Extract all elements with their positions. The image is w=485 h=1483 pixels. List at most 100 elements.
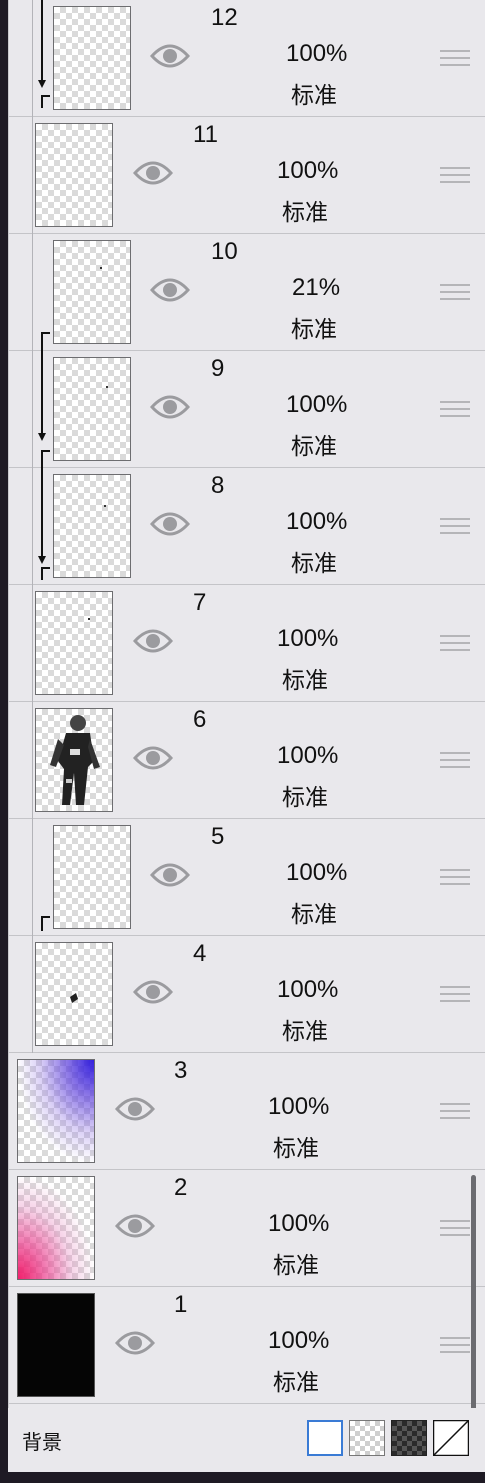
drag-handle-icon[interactable] (440, 518, 470, 536)
clip-arrow-icon (38, 468, 50, 580)
thumbnail-mark (106, 386, 108, 388)
thumbnail-mark (100, 267, 102, 269)
layer-thumbnail[interactable] (17, 1059, 95, 1163)
layer-row-2[interactable]: 2 100% 标准 (8, 1170, 485, 1287)
layer-number: 3 (174, 1057, 188, 1084)
layer-number: 8 (211, 472, 225, 499)
layer-opacity: 100% (277, 625, 339, 652)
eye-icon[interactable] (115, 1212, 155, 1240)
character-figure-image (50, 715, 100, 805)
layer-blend-mode: 标准 (273, 1253, 319, 1279)
gradient-fill-image (18, 1177, 94, 1279)
drag-handle-icon[interactable] (440, 1103, 470, 1121)
eye-icon[interactable] (133, 627, 173, 655)
eye-icon[interactable] (133, 159, 173, 187)
layer-number: 7 (193, 589, 207, 616)
layer-opacity: 100% (277, 742, 339, 769)
layer-row-4[interactable]: 4 100% 标准 (8, 936, 485, 1053)
group-line (32, 702, 33, 819)
drag-handle-icon[interactable] (440, 869, 470, 887)
layer-number: 9 (211, 355, 225, 382)
layer-row-5[interactable]: 5 100% 标准 (8, 819, 485, 936)
layer-thumbnail[interactable] (17, 1293, 95, 1397)
drag-handle-icon[interactable] (440, 401, 470, 419)
drag-handle-icon[interactable] (440, 752, 470, 770)
layer-row-9[interactable]: 9 100% 标准 (8, 351, 485, 468)
layer-opacity: 100% (286, 40, 348, 67)
eye-icon[interactable] (115, 1095, 155, 1123)
group-line (32, 234, 33, 351)
eye-icon[interactable] (150, 393, 190, 421)
eye-icon[interactable] (133, 978, 173, 1006)
layer-number: 6 (193, 706, 207, 733)
layer-row-6[interactable]: 6 100% 标准 (8, 702, 485, 819)
layer-thumbnail[interactable] (53, 474, 131, 578)
layer-thumbnail[interactable] (35, 708, 113, 812)
group-line (32, 819, 33, 936)
layer-thumbnail[interactable] (17, 1176, 95, 1280)
layer-blend-mode: 标准 (282, 668, 328, 694)
drag-handle-icon[interactable] (440, 1337, 470, 1355)
scrollbar[interactable] (471, 1175, 476, 1415)
layer-row-12[interactable]: 12 100% 标准 (8, 0, 485, 117)
clip-arrow-icon (41, 332, 50, 351)
layer-row-3[interactable]: 3 100% 标准 (8, 1053, 485, 1170)
background-white-swatch[interactable] (307, 1420, 343, 1456)
group-line (32, 468, 33, 585)
layer-thumbnail[interactable] (35, 123, 113, 227)
group-line (32, 117, 33, 234)
layer-opacity: 100% (277, 157, 339, 184)
eye-icon[interactable] (150, 861, 190, 889)
layer-number: 1 (174, 1291, 188, 1318)
thumbnail-mark (104, 505, 106, 507)
layer-thumbnail[interactable] (53, 825, 131, 929)
eye-icon[interactable] (115, 1329, 155, 1357)
layer-number: 12 (211, 4, 238, 31)
list-border (8, 0, 9, 1410)
layer-blend-mode: 标准 (282, 785, 328, 811)
layer-number: 5 (211, 823, 225, 850)
background-bar: 背景 (8, 1408, 485, 1472)
layer-row-7[interactable]: 7 100% 标准 (8, 585, 485, 702)
background-label: 背景 (22, 1430, 62, 1454)
layer-thumbnail[interactable] (53, 240, 131, 344)
layer-thumbnail[interactable] (35, 591, 113, 695)
drag-handle-icon[interactable] (440, 635, 470, 653)
background-transparent-swatch[interactable] (433, 1420, 469, 1456)
group-line (32, 0, 33, 117)
layer-number: 10 (211, 238, 238, 265)
eye-icon[interactable] (150, 42, 190, 70)
group-line (32, 351, 33, 468)
background-dark-checker-swatch[interactable] (391, 1420, 427, 1456)
layer-opacity: 100% (268, 1093, 330, 1120)
eye-icon[interactable] (150, 510, 190, 538)
layer-blend-mode: 标准 (291, 317, 337, 343)
layer-thumbnail[interactable] (53, 357, 131, 461)
thumbnail-mark (88, 618, 90, 620)
layer-blend-mode: 标准 (273, 1136, 319, 1162)
layer-row-8[interactable]: 8 100% 标准 (8, 468, 485, 585)
layer-thumbnail[interactable] (53, 6, 131, 110)
eye-icon[interactable] (133, 744, 173, 772)
layer-row-11[interactable]: 11 100% 标准 (8, 117, 485, 234)
drag-handle-icon[interactable] (440, 284, 470, 302)
layer-opacity: 100% (277, 976, 339, 1003)
eye-icon[interactable] (150, 276, 190, 304)
drag-handle-icon[interactable] (440, 167, 470, 185)
layer-number: 4 (193, 940, 207, 967)
drag-handle-icon[interactable] (440, 1220, 470, 1238)
layer-row-1[interactable]: 1 100% 标准 (8, 1287, 485, 1404)
layer-opacity: 100% (268, 1210, 330, 1237)
thumbnail-mark (70, 993, 78, 1003)
layer-opacity: 100% (286, 391, 348, 418)
gradient-fill-image (18, 1060, 94, 1162)
layer-blend-mode: 标准 (291, 902, 337, 928)
layer-number: 2 (174, 1174, 188, 1201)
layer-thumbnail[interactable] (35, 942, 113, 1046)
group-line (32, 585, 33, 702)
drag-handle-icon[interactable] (440, 986, 470, 1004)
layer-opacity: 21% (292, 274, 341, 301)
drag-handle-icon[interactable] (440, 50, 470, 68)
background-checker-swatch[interactable] (349, 1420, 385, 1456)
layer-row-10[interactable]: 10 21% 标准 (8, 234, 485, 351)
